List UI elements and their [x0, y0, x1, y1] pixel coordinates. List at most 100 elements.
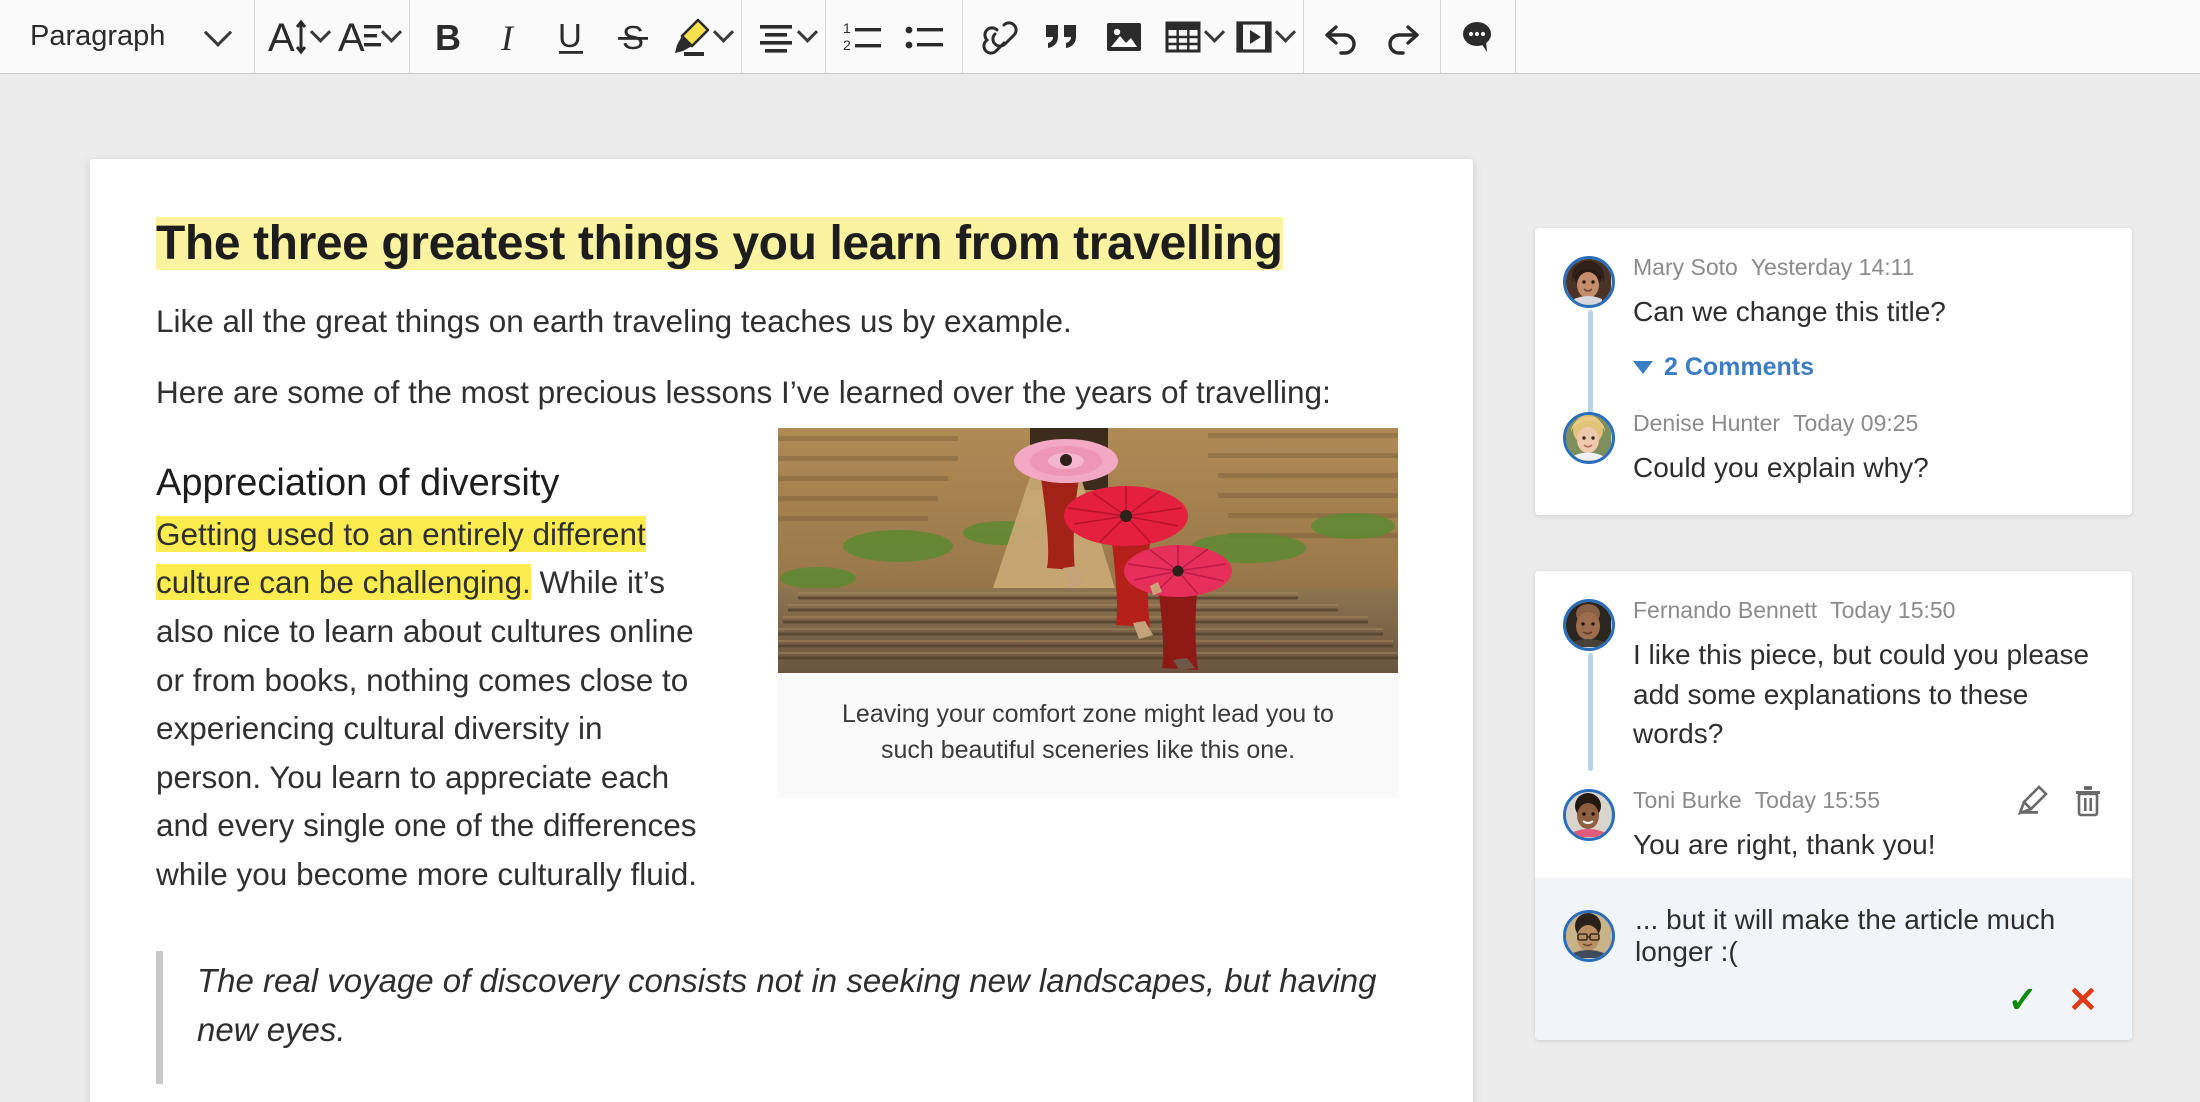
- italic-button[interactable]: I: [478, 1, 540, 73]
- image-button[interactable]: [1093, 1, 1155, 73]
- thread-inner: Fernando Bennett Today 15:50 I like this…: [1563, 597, 2104, 878]
- comment-actions: [2016, 783, 2104, 823]
- toolbar-group-lists: 1 2: [826, 0, 963, 73]
- underline-button[interactable]: U: [540, 1, 602, 73]
- avatar: [1563, 256, 1615, 308]
- comment-thread-1[interactable]: Mary Soto Yesterday 14:11 Can we change …: [1535, 228, 2132, 516]
- svg-text:B: B: [435, 17, 461, 58]
- align-button[interactable]: [748, 1, 819, 73]
- document-figure-column: Leaving your comfort zone might lead you…: [716, 416, 1407, 799]
- table-button[interactable]: [1155, 1, 1226, 73]
- toolbar-group-history: [1304, 0, 1441, 73]
- figure-caption: Leaving your comfort zone might lead you…: [842, 700, 1334, 764]
- comment-item[interactable]: Mary Soto Yesterday 14:11 Can we change …: [1563, 254, 2104, 331]
- comment-text: You are right, thank you!: [1633, 828, 1936, 860]
- document-title: The three greatest things you learn from…: [156, 215, 1407, 274]
- editor-toolbar: Paragraph A A B I U S 1 2: [0, 0, 2200, 74]
- svg-text:A: A: [268, 16, 295, 59]
- cancel-comment-button[interactable]: ✕: [2068, 982, 2098, 1018]
- comment-meta: Mary Soto Yesterday 14:11: [1633, 254, 2104, 281]
- figure-image[interactable]: [778, 428, 1398, 674]
- document-blockquote: The real voyage of discovery consists no…: [156, 950, 1407, 1085]
- align-icon: [752, 1, 800, 73]
- chevron-down-icon: [380, 21, 403, 43]
- comment-author: Denise Hunter: [1633, 410, 1781, 437]
- document-intro-paragraph-1: Like all the great things on earth trave…: [156, 302, 1072, 339]
- svg-text:1: 1: [843, 20, 851, 36]
- toggle-replies-link[interactable]: 2 Comments: [1633, 353, 2104, 382]
- comment-meta: Toni Burke Today 15:55: [1633, 785, 2104, 817]
- avatar: [1563, 599, 1615, 652]
- draft-row: ... but it will make the article much lo…: [1563, 904, 2104, 968]
- marker-pen-icon: [668, 1, 716, 73]
- document-text-column: Appreciation of diversity Getting used t…: [156, 416, 716, 899]
- body-remainder: While it’s also nice to learn about cult…: [156, 564, 697, 893]
- thread-body: Fernando Bennett Today 15:50 I like this…: [1535, 571, 2132, 878]
- comment-text: I like this piece, but could you please …: [1633, 639, 2090, 749]
- comment-item[interactable]: Fernando Bennett Today 15:50 I like this…: [1563, 597, 2104, 753]
- comment-author: Toni Burke: [1633, 786, 1742, 813]
- comment-item[interactable]: Toni Burke Today 15:55 You are right, th…: [1563, 785, 2104, 878]
- media-icon: [1230, 1, 1278, 73]
- chevron-down-icon: [309, 21, 332, 43]
- chevron-down-icon: [203, 18, 233, 47]
- comment-author: Mary Soto: [1633, 254, 1738, 280]
- table-icon: [1159, 1, 1207, 73]
- toolbar-group-insert: [963, 0, 1304, 73]
- avatar: [1563, 788, 1615, 841]
- comment-timestamp: Today 15:50: [1830, 597, 1956, 624]
- paragraph-style-select[interactable]: Paragraph: [0, 1, 254, 73]
- document-title-text: The three greatest things you learn from…: [156, 217, 1283, 270]
- svg-text:U: U: [558, 17, 582, 54]
- paragraph-style-value: Paragraph: [30, 20, 166, 52]
- submit-comment-button[interactable]: ✓: [2008, 982, 2038, 1018]
- document-page[interactable]: The three greatest things you learn from…: [90, 159, 1473, 1102]
- draft-actions: ✓ ✕: [1563, 982, 2104, 1018]
- font-size-button[interactable]: A: [261, 1, 332, 73]
- toolbar-group-text-metrics: A A: [255, 0, 410, 73]
- document-intro-paragraph-2: Here are some of the most precious lesso…: [156, 373, 1331, 410]
- delete-icon[interactable]: [2072, 783, 2104, 823]
- bulleted-list-button[interactable]: [894, 1, 956, 73]
- edit-icon[interactable]: [2016, 783, 2050, 823]
- blockquote-button[interactable]: [1031, 1, 1093, 73]
- line-height-icon: A: [336, 1, 384, 73]
- replies-count-label: 2 Comments: [1664, 353, 1815, 382]
- draft-text[interactable]: ... but it will make the article much lo…: [1635, 904, 2104, 968]
- link-button[interactable]: [969, 1, 1031, 73]
- comment-button[interactable]: [1447, 1, 1509, 73]
- document-two-column-block: Appreciation of diversity Getting used t…: [156, 416, 1407, 899]
- comment-item[interactable]: Denise Hunter Today 09:25 Could you expl…: [1563, 410, 2104, 487]
- toolbar-group-formatting: B I U S: [410, 0, 742, 73]
- comment-author: Fernando Bennett: [1633, 597, 1818, 624]
- document-body-paragraph: Getting used to an entirely different cu…: [156, 510, 716, 899]
- avatar: [1563, 412, 1615, 465]
- undo-button[interactable]: [1310, 1, 1372, 73]
- comment-timestamp: Today 15:55: [1754, 786, 1880, 813]
- avatar: [1563, 910, 1615, 963]
- comment-meta: Denise Hunter Today 09:25: [1633, 410, 2104, 437]
- comment-meta: Fernando Bennett Today 15:50: [1633, 597, 2104, 624]
- redo-button[interactable]: [1372, 1, 1434, 73]
- toolbar-group-style: Paragraph: [0, 0, 255, 73]
- comment-text: Could you explain why?: [1633, 452, 1929, 484]
- numbered-list-button[interactable]: 1 2: [832, 1, 894, 73]
- svg-text:A: A: [338, 16, 365, 59]
- media-button[interactable]: [1226, 1, 1297, 73]
- document-figure[interactable]: Leaving your comfort zone might lead you…: [778, 428, 1398, 799]
- thread-body: Mary Soto Yesterday 14:11 Can we change …: [1563, 254, 2104, 487]
- bold-button[interactable]: B: [416, 1, 478, 73]
- chevron-down-icon: [1203, 21, 1226, 43]
- chevron-down-icon: [796, 21, 819, 43]
- highlight-button[interactable]: [664, 1, 735, 73]
- strikethrough-button[interactable]: S: [602, 1, 664, 73]
- toolbar-group-align: [742, 0, 826, 73]
- editor-canvas: The three greatest things you learn from…: [0, 74, 2200, 1102]
- font-size-icon: A: [265, 1, 313, 73]
- comment-thread-2[interactable]: Fernando Bennett Today 15:50 I like this…: [1535, 571, 2132, 1041]
- document-section-heading: Appreciation of diversity: [156, 462, 560, 505]
- comment-draft[interactable]: ... but it will make the article much lo…: [1535, 878, 2132, 1041]
- line-height-button[interactable]: A: [332, 1, 403, 73]
- comment-text: Can we change this title?: [1633, 296, 1946, 327]
- svg-text:I: I: [500, 18, 515, 58]
